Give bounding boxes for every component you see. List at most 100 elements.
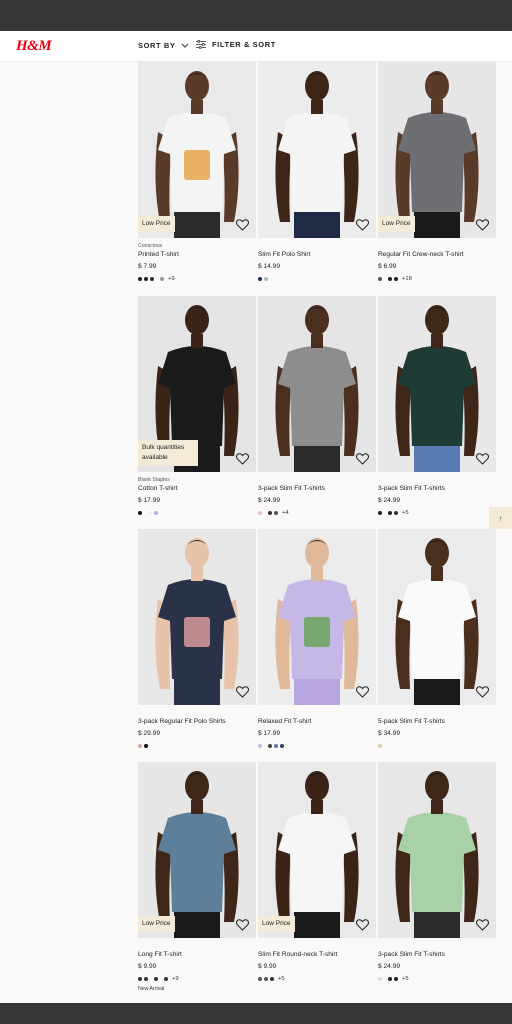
product-collection-tag [138,942,256,950]
product-name[interactable]: Slim Fit Round-neck T-shirt [258,950,376,960]
color-swatch[interactable] [264,277,268,281]
color-swatch[interactable] [388,511,392,515]
product-badge: Low Price [378,216,415,232]
product-name[interactable]: Long Fit T-shirt [138,950,256,960]
product-price: $ 24.99 [378,963,400,970]
more-colors-count: +5 [402,976,409,982]
filter-sort-label: FILTER & SORT [212,40,276,49]
color-swatch[interactable] [394,511,398,515]
color-swatch[interactable] [154,511,158,515]
sort-by-button[interactable]: SORT BY [138,41,189,50]
product-image[interactable] [138,529,256,705]
product-image[interactable] [378,529,496,705]
color-swatch[interactable] [144,277,148,281]
color-swatch[interactable] [274,511,278,515]
color-swatch[interactable] [388,977,392,981]
color-swatch[interactable] [378,277,382,281]
product-name[interactable]: 3-pack Slim Fit T-shirts [378,484,496,494]
product-image[interactable] [258,296,376,472]
favorite-heart-icon[interactable] [236,686,249,698]
color-swatch[interactable] [280,744,284,748]
color-swatches [258,275,376,283]
color-swatch[interactable] [258,977,262,981]
favorite-heart-icon[interactable] [356,919,369,931]
color-swatch[interactable] [378,977,382,981]
browser-bottom-bar [0,1003,512,1024]
favorite-heart-icon[interactable] [356,219,369,231]
color-swatch[interactable] [164,977,168,981]
color-swatches: +4 [258,509,376,517]
color-swatches: +18 [378,275,496,283]
favorite-heart-icon[interactable] [476,453,489,465]
product-image[interactable] [378,762,496,938]
product-name[interactable]: 5-pack Slim Fit T-shirts [378,717,496,727]
color-swatch[interactable] [148,511,152,515]
color-swatch[interactable] [160,277,164,281]
product-info: Relaxed Fit T-shirt $ 17.99 [258,709,376,750]
color-swatch[interactable] [144,744,148,748]
favorite-heart-icon[interactable] [476,686,489,698]
product-image[interactable]: Low Price [258,762,376,938]
favorite-heart-icon[interactable] [476,919,489,931]
favorite-heart-icon[interactable] [236,919,249,931]
color-swatch[interactable] [268,744,272,748]
product-name[interactable]: Slim Fit Polo Shirt [258,250,376,260]
color-swatch[interactable] [388,277,392,281]
product-price: $ 6.99 [378,263,397,270]
product-name[interactable]: Printed T-shirt [138,250,256,260]
product-image[interactable] [378,296,496,472]
product-name[interactable]: Regular Fit Crew-neck T-shirt [378,250,496,260]
product-collection-tag [138,709,256,717]
filter-sort-button[interactable]: FILTER & SORT [196,40,276,49]
product-image[interactable]: Low Price [138,762,256,938]
product-image[interactable]: Low Price [138,62,256,238]
color-swatch[interactable] [258,511,262,515]
favorite-heart-icon[interactable] [236,219,249,231]
color-swatch[interactable] [258,277,262,281]
color-swatch[interactable] [270,977,274,981]
product-price: $ 14.99 [258,263,280,270]
backpack-tee-photo-icon [138,62,256,238]
polo-shirt-photo-icon [258,62,376,238]
navy-jacket-photo-icon [138,529,256,705]
product-name[interactable]: Relaxed Fit T-shirt [258,717,376,727]
color-swatch[interactable] [144,977,148,981]
favorite-heart-icon[interactable] [236,453,249,465]
product-info: 3-pack Slim Fit T-shirts $ 24.99 +4 [258,476,376,517]
product-price: $ 24.99 [258,497,280,504]
color-swatch[interactable] [138,977,142,981]
color-swatches [378,742,496,750]
product-info: Blank Staples Cotton T-shirt $ 17.99 [138,476,256,517]
color-swatch[interactable] [268,511,272,515]
color-swatch[interactable] [378,744,382,748]
more-colors-count: +5 [402,510,409,516]
product-image[interactable]: Low Price [378,62,496,238]
hm-logo[interactable]: H&M [16,38,52,55]
favorite-heart-icon[interactable] [356,453,369,465]
color-swatch[interactable] [394,977,398,981]
product-name[interactable]: 3-pack Slim Fit T-shirts [378,950,496,960]
product-name[interactable]: Cotton T-shirt [138,484,256,494]
color-swatch[interactable] [378,511,382,515]
product-image[interactable] [258,529,376,705]
color-swatch[interactable] [274,744,278,748]
product-image[interactable]: Bulk quantities available [138,296,256,472]
color-swatch[interactable] [154,977,158,981]
color-swatch[interactable] [138,511,142,515]
more-colors-count: +18 [402,276,412,282]
color-swatch[interactable] [394,277,398,281]
product-name[interactable]: 3-pack Regular Fit Polo Shirts [138,717,256,727]
color-swatch[interactable] [138,277,142,281]
product-name[interactable]: 3-pack Slim Fit T-shirts [258,484,376,494]
color-swatch[interactable] [150,277,154,281]
color-swatch[interactable] [138,744,142,748]
favorite-heart-icon[interactable] [356,686,369,698]
product-image[interactable] [258,62,376,238]
favorite-heart-icon[interactable] [476,219,489,231]
color-swatch[interactable] [258,744,262,748]
product-info: 3-pack Slim Fit T-shirts $ 24.99 +5 [378,476,496,517]
product-badge: Bulk quantities available [138,440,198,466]
scroll-to-top-button[interactable]: ↑ [489,507,512,529]
product-collection-tag [258,476,376,484]
color-swatch[interactable] [264,977,268,981]
